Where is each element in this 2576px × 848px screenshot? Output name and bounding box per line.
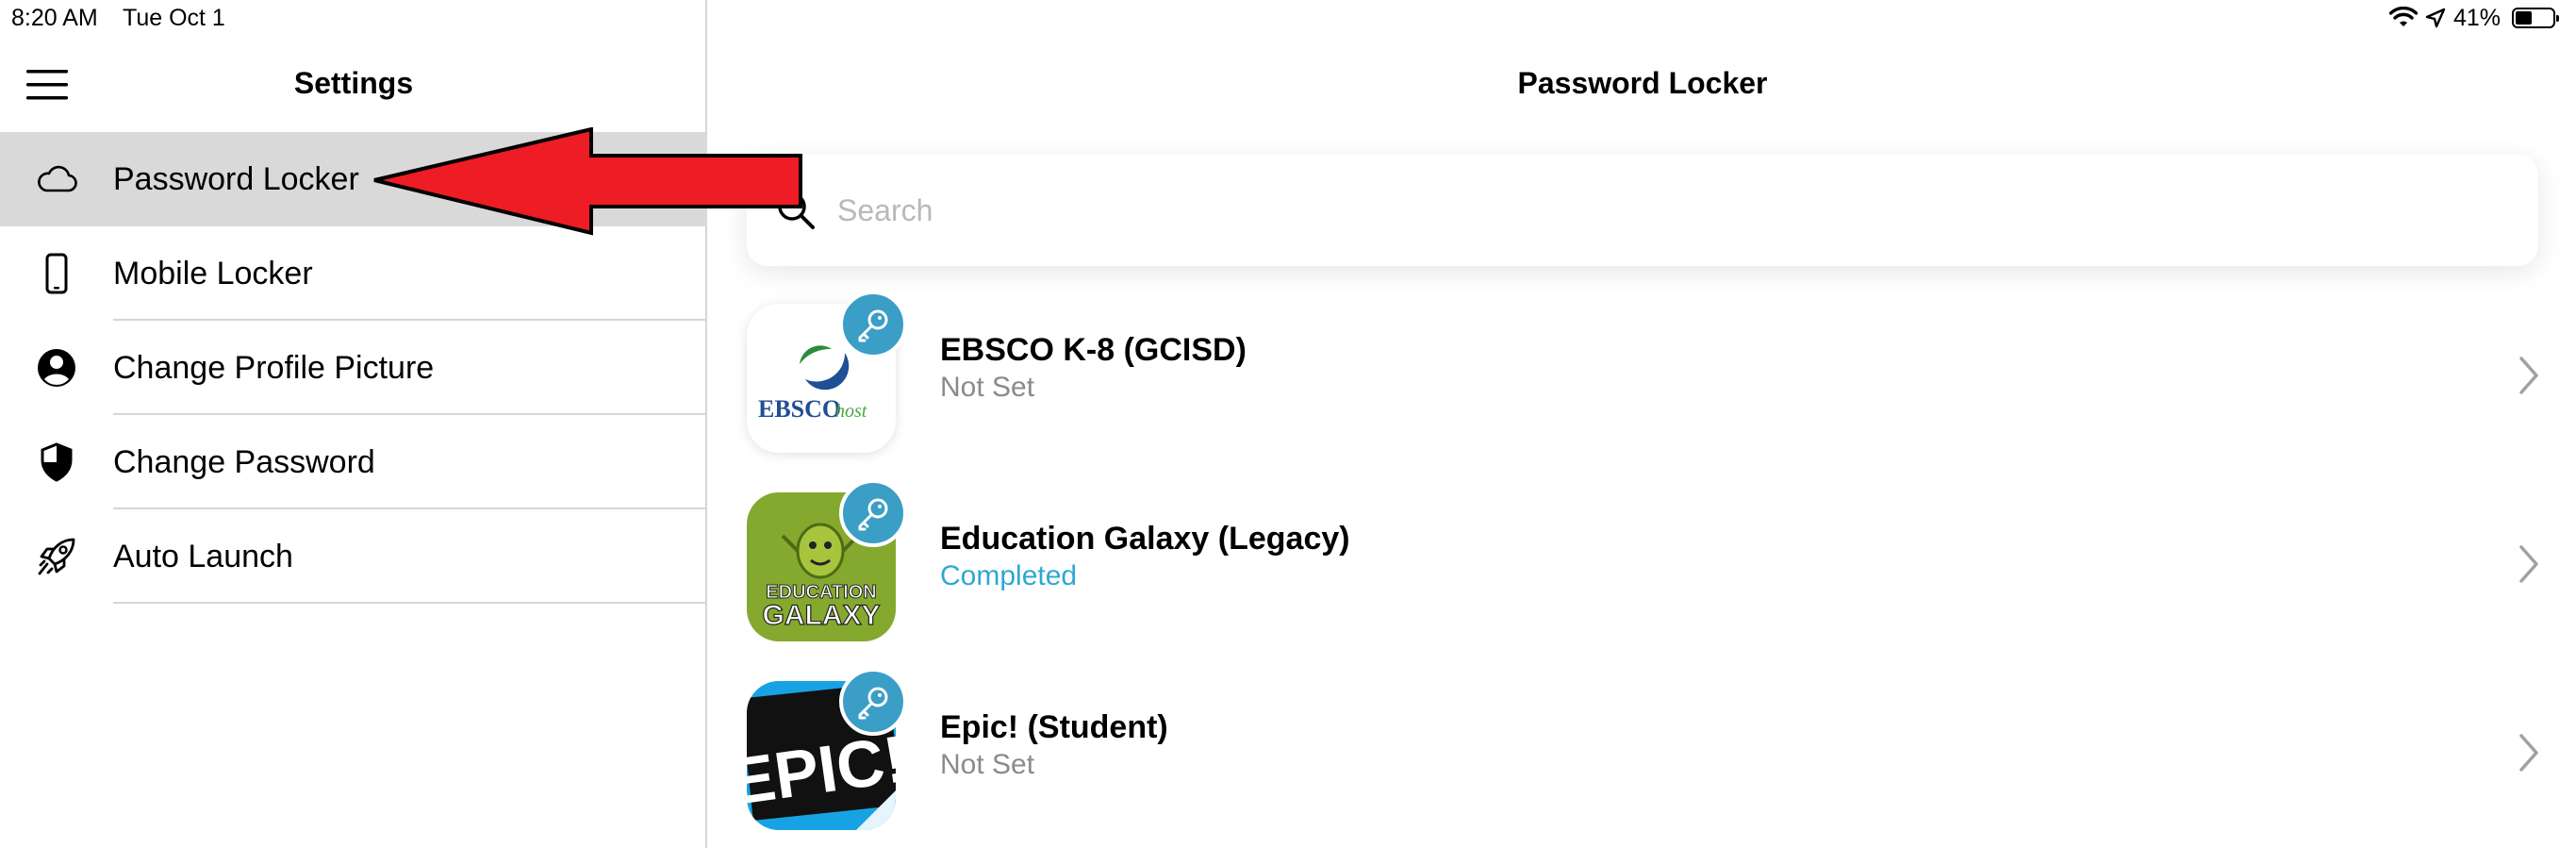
sidebar-item-change-password[interactable]: Change Password <box>0 415 707 509</box>
app-row-epic[interactable]: EPIC! Epic! (Student) Not Set <box>709 660 2576 848</box>
chevron-right-icon <box>2519 357 2538 394</box>
sidebar-item-mobile-locker[interactable]: Mobile Locker <box>0 226 707 321</box>
shield-icon <box>41 442 73 482</box>
user-circle-icon <box>38 349 75 387</box>
sidebar-item-label: Password Locker <box>113 160 359 197</box>
key-badge <box>839 668 907 736</box>
app-row-education-galaxy[interactable]: EDUCATION GALAXY Education Galaxy (Legac… <box>709 472 2576 660</box>
sidebar-item-label: Auto Launch <box>113 538 293 574</box>
sidebar-item-auto-launch[interactable]: Auto Launch <box>0 509 707 604</box>
chevron-right-icon <box>2519 734 2538 772</box>
search-bar[interactable] <box>747 155 2538 266</box>
sidebar-item-label: Mobile Locker <box>113 255 313 291</box>
annotation-arrow <box>373 127 802 236</box>
app-name: EBSCO K-8 (GCISD) <box>940 332 1247 368</box>
sidebar-title: Settings <box>293 66 414 100</box>
key-badge <box>839 479 907 547</box>
svg-text:EBSCO: EBSCO <box>758 395 841 423</box>
sidebar-item-label: Change Password <box>113 443 375 480</box>
app-name: Epic! (Student) <box>940 709 1168 745</box>
app-name: Education Galaxy (Legacy) <box>940 521 1350 557</box>
sidebar-item-change-profile-picture[interactable]: Change Profile Picture <box>0 321 707 415</box>
page-title: Password Locker <box>1517 66 1768 100</box>
app-row-ebsco[interactable]: EBSCO host EBSCO K-8 (GCISD) Not Set <box>709 283 2576 472</box>
key-icon <box>858 309 888 342</box>
search-input[interactable] <box>837 192 2440 228</box>
row-divider <box>113 602 707 604</box>
sidebar-item-label: Change Profile Picture <box>113 349 435 386</box>
phone-icon <box>45 253 68 294</box>
rocket-icon <box>38 538 75 575</box>
app-list: EBSCO host EBSCO K-8 (GCISD) Not Set EDU… <box>709 283 2576 848</box>
cloud-icon <box>38 165 77 192</box>
app-status: Completed <box>940 560 1078 591</box>
password-locker-panel: Password Locker EBSCO host <box>709 0 2576 848</box>
key-icon <box>858 687 888 720</box>
chevron-right-icon <box>2519 545 2538 583</box>
key-badge <box>839 291 907 358</box>
app-status: Not Set <box>940 749 1035 780</box>
app-status: Not Set <box>940 372 1035 403</box>
svg-text:GALAXY: GALAXY <box>762 600 880 631</box>
key-icon <box>858 498 888 531</box>
svg-text:host: host <box>835 401 867 422</box>
